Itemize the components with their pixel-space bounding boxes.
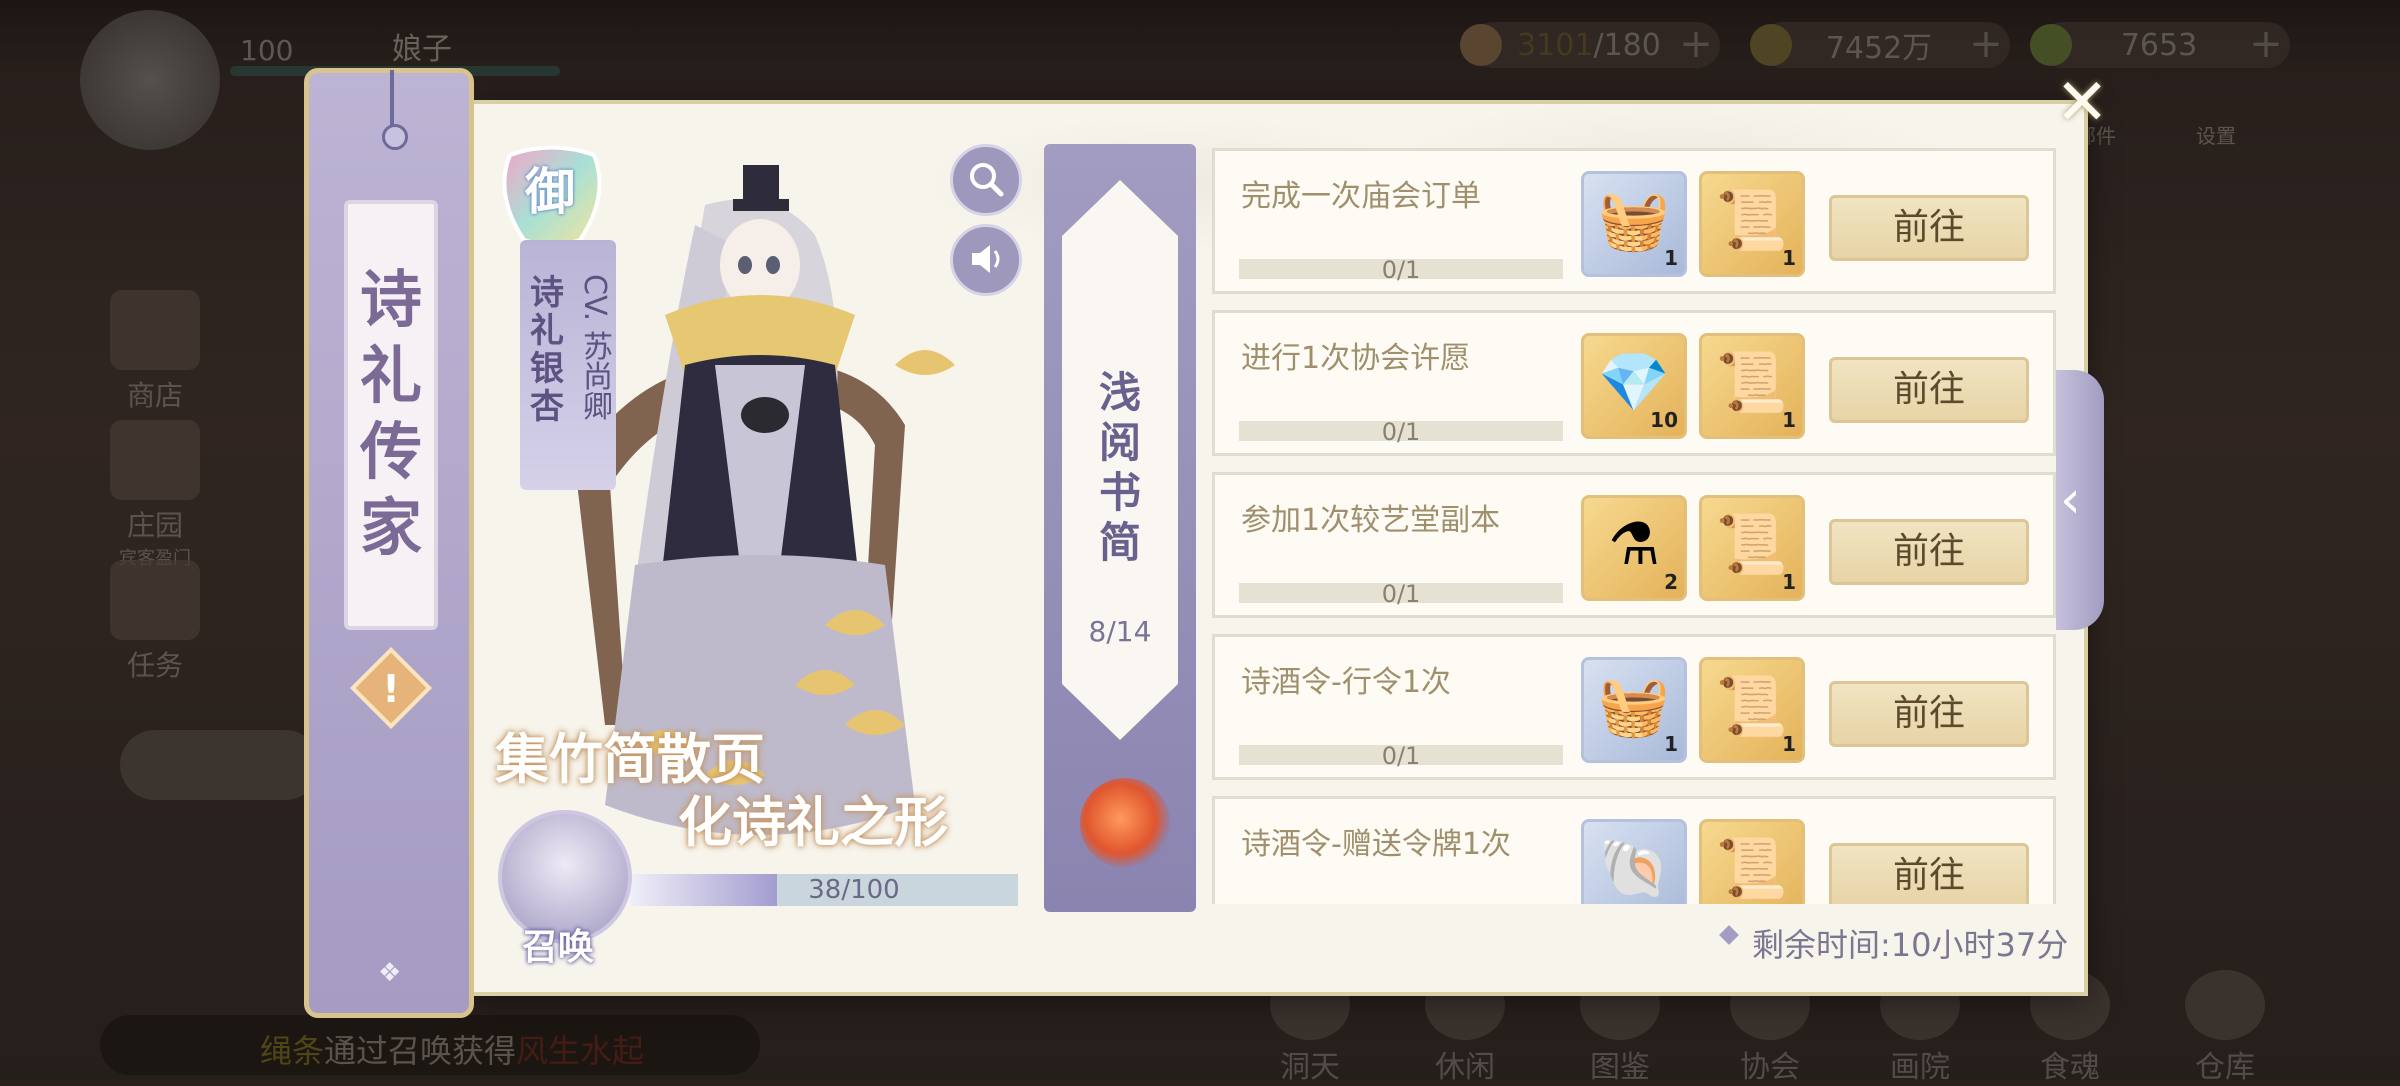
basket-icon: 🧺 [1597,672,1671,740]
zoom-button[interactable] [950,144,1022,216]
task-row: 参加1次较艺堂副本 0/1 ⚗ 2 📜 1 前往 [1212,472,2056,618]
reward-quantity: 1 [1664,732,1678,756]
reward-item[interactable]: 📜 1 [1699,657,1805,763]
slogan-line-2: 化诗礼之形 [678,790,948,854]
scroll-icon: 📜 [1715,510,1789,578]
task-progress-text: 0/1 [1381,418,1421,446]
reward-quantity: 10 [1650,408,1678,432]
go-button[interactable]: 前往 [1829,519,2029,585]
summon-label[interactable]: 召唤 [522,918,594,970]
bookmark-title: 浅阅书简 [1098,368,1141,567]
character-cv: CV. 苏尚卿 [577,274,612,421]
chevron-left-icon[interactable]: ‹ [2060,470,2081,530]
crystal-icon: 💎 [1597,348,1671,416]
reward-quantity: 1 [1782,246,1796,270]
task-title: 进行1次协会许愿 [1241,341,1471,376]
info-mark[interactable]: ! [362,660,420,718]
scroll-icon: 📜 [1715,834,1789,902]
shell-icon: 🐚 [1597,834,1671,902]
ribbon-pin-dot [382,124,408,150]
scroll-icon: 📜 [1715,672,1789,740]
reward-quantity: 1 [1782,570,1796,594]
task-title: 完成一次庙会订单 [1241,179,1481,214]
voice-button[interactable] [950,224,1022,296]
task-progress-text: 0/1 [1381,742,1421,770]
go-button[interactable]: 前往 [1829,843,2029,904]
task-row: 诗酒令-赠送令牌1次 🐚 📜 前往 [1212,796,2056,904]
rarity-badge-text: 御 [525,163,575,221]
summon-progress-text: 38/100 [808,875,900,905]
character-name: 诗礼银杏 [530,273,564,427]
task-row: 完成一次庙会订单 0/1 🧺 1 📜 1 前往 [1212,148,2056,294]
go-button[interactable]: 前往 [1829,357,2029,423]
reward-item[interactable]: ⚗ 2 [1581,495,1687,601]
task-title: 诗酒令-赠送令牌1次 [1241,827,1511,862]
close-button[interactable]: ✕ [2052,71,2112,135]
go-button[interactable]: 前往 [1829,681,2029,747]
reward-item[interactable]: 💎 10 [1581,333,1687,439]
potion-icon: ⚗ [1608,510,1660,578]
bookmark-count: 8/14 [1088,615,1152,648]
reward-item[interactable]: 📜 1 [1699,495,1805,601]
scroll-icon: 📜 [1715,348,1789,416]
task-list[interactable]: 完成一次庙会订单 0/1 🧺 1 📜 1 前往 进行1次协会许愿 0/1 💎 10 📜 1 前往 参加1次较… [1212,148,2056,904]
reward-quantity: 2 [1664,570,1678,594]
reward-item[interactable]: 🐚 [1581,819,1687,904]
magnifier-icon [970,163,1004,197]
task-title: 诗酒令-行令1次 [1241,665,1451,700]
reward-item[interactable]: 📜 1 [1699,333,1805,439]
event-title: 诗礼传家 [359,263,422,564]
reward-quantity: 1 [1782,732,1796,756]
reward-item[interactable]: 🧺 1 [1581,171,1687,277]
scroll-icon: 📜 [1715,186,1789,254]
remaining-time: 剩余时间:10小时37分 [1752,926,2069,964]
reward-item[interactable]: 📜 [1699,819,1805,904]
go-button[interactable]: 前往 [1829,195,2029,261]
task-row: 进行1次协会许愿 0/1 💎 10 📜 1 前往 [1212,310,2056,456]
ribbon-pin [390,70,394,132]
task-progress-text: 0/1 [1381,580,1421,608]
basket-icon: 🧺 [1597,186,1671,254]
reward-item[interactable]: 🧺 1 [1581,657,1687,763]
task-title: 参加1次较艺堂副本 [1241,503,1501,538]
speaker-icon [972,245,1000,273]
ornament-icon: ❖ [378,958,402,988]
reward-item[interactable]: 📜 1 [1699,171,1805,277]
task-row: 诗酒令-行令1次 0/1 🧺 1 📜 1 前往 [1212,634,2056,780]
task-progress-text: 0/1 [1381,256,1421,284]
reward-quantity: 1 [1782,408,1796,432]
reward-quantity: 1 [1664,246,1678,270]
flame-orb-icon[interactable] [1080,778,1170,868]
